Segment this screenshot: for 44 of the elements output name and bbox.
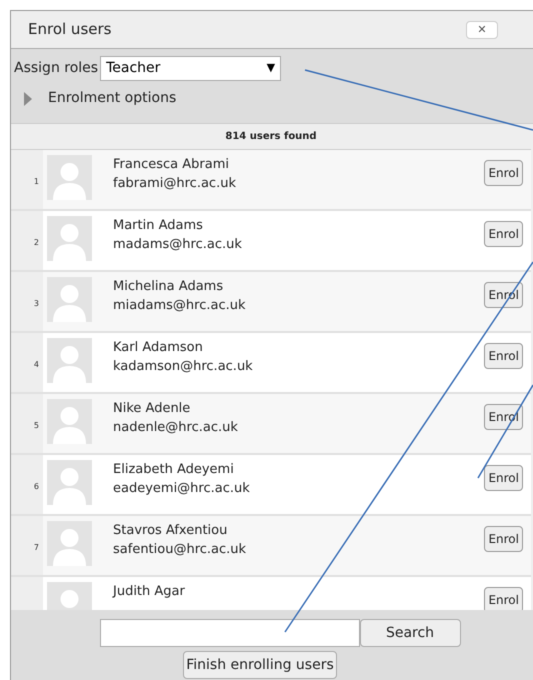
avatar-icon	[47, 521, 92, 566]
window-title: Enrol users	[28, 19, 112, 40]
row-number: 2	[34, 236, 39, 248]
user-name: Michelina Adams	[113, 278, 224, 296]
search-field[interactable]	[100, 619, 360, 647]
row-number: 1	[34, 176, 39, 188]
user-name: Elizabeth Adeyemi	[113, 461, 235, 479]
user-email: madams@hrc.ac.uk	[113, 236, 242, 254]
avatar-icon	[47, 155, 92, 200]
user-name: Nike Adenle	[113, 400, 192, 418]
avatar-icon	[47, 460, 92, 505]
user-email: kadamson@hrc.ac.uk	[113, 358, 253, 376]
user-name: Judith Agar	[113, 583, 185, 601]
row-number: 5	[34, 420, 39, 432]
row-number: 4	[34, 358, 39, 370]
row-number: 3	[34, 298, 39, 310]
user-email: nadenle@hrc.ac.uk	[113, 419, 238, 437]
enrol-button[interactable]: Enrol	[484, 587, 523, 610]
enrol-button[interactable]: Enrol	[484, 343, 523, 369]
user-email: safentiou@hrc.ac.uk	[113, 541, 246, 559]
user-name: Stavros Afxentiou	[113, 522, 228, 540]
user-name: Martin Adams	[113, 217, 204, 235]
avatar-icon	[47, 277, 92, 322]
enrol-button[interactable]: Enrol	[484, 526, 523, 552]
user-name: Francesca Abrami	[113, 156, 230, 174]
enrol-button[interactable]: Enrol	[484, 465, 523, 491]
avatar-icon	[47, 399, 92, 444]
assign-roles-label: Assign roles	[14, 59, 98, 78]
enrolment-options-toggle[interactable]: Enrolment options	[24, 88, 533, 109]
role-dropdown[interactable]: Teacher ▼	[100, 56, 282, 81]
finish-enrolling-button[interactable]: Finish enrolling users	[183, 651, 337, 679]
close-button[interactable]: ✕	[466, 20, 498, 38]
row-number: 6	[34, 480, 39, 492]
row-number: 7	[34, 542, 39, 554]
user-email: eadeyemi@hrc.ac.uk	[113, 480, 250, 498]
enrol-button[interactable]: Enrol	[484, 160, 523, 186]
user-email: miadams@hrc.ac.uk	[113, 297, 246, 315]
avatar-icon	[47, 338, 92, 383]
user-name: Karl Adamson	[113, 339, 204, 357]
user-email: fabrami@hrc.ac.uk	[113, 175, 236, 193]
result-count: 814 users found	[225, 130, 317, 144]
avatar-icon	[47, 216, 92, 261]
enrol-button[interactable]: Enrol	[484, 221, 523, 247]
search-button[interactable]: Search	[360, 619, 460, 647]
